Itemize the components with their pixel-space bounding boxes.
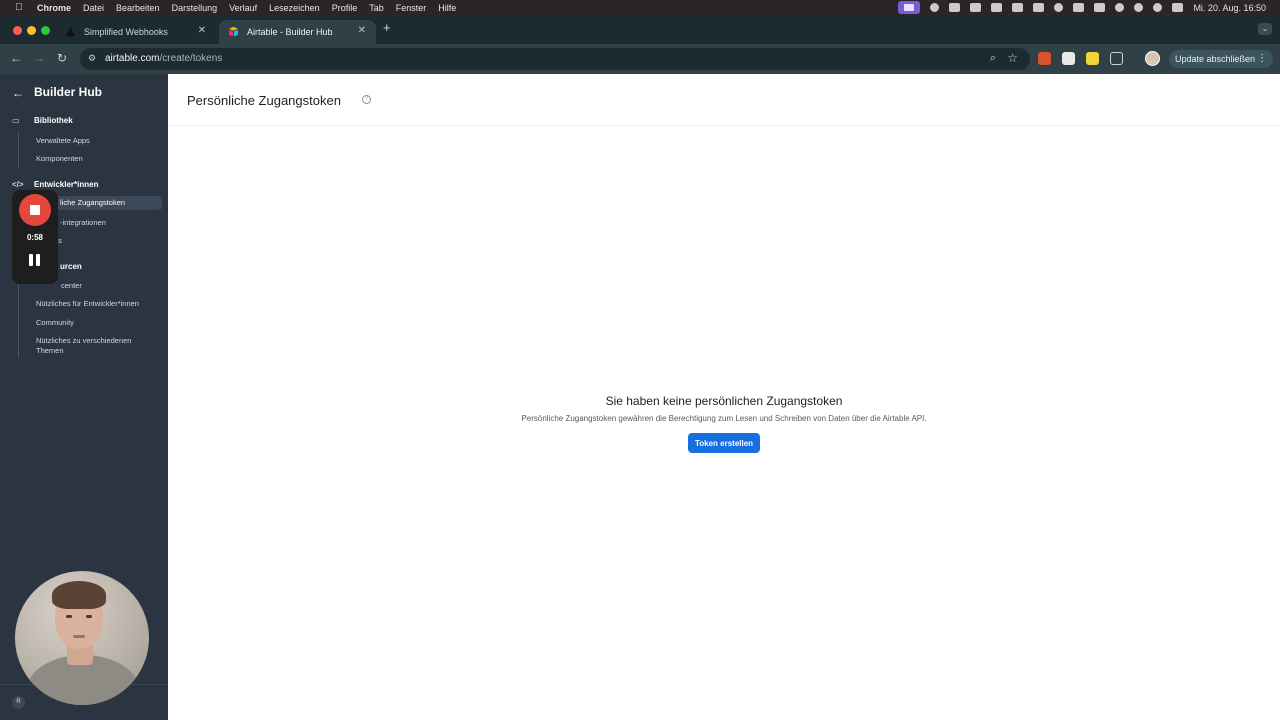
back-arrow-icon[interactable]: ← <box>12 86 24 100</box>
menu-item-tab[interactable]: Tab <box>369 3 384 13</box>
tab-search-chevron-icon[interactable]: ⌄ <box>1258 23 1272 35</box>
zoom-icon[interactable]: ⌕ <box>990 52 996 65</box>
app-badge-icon[interactable] <box>1012 3 1024 12</box>
window-close-button[interactable] <box>13 26 22 35</box>
nav-tree-line <box>18 132 19 168</box>
nav-tree-line <box>18 278 19 358</box>
sidebar-section-library[interactable]: ▭ Bibliothek <box>12 116 73 125</box>
extensions-puzzle-icon[interactable] <box>1110 52 1123 65</box>
window-minimize-button[interactable] <box>27 26 36 35</box>
sidebar-item-managed-apps[interactable]: Verwaltete Apps <box>36 136 90 145</box>
section-label: urcen <box>60 262 82 271</box>
screen-recorder-controls: 0:58 <box>12 190 58 284</box>
wifi-icon[interactable] <box>1115 3 1125 12</box>
sidebar-item-topics[interactable]: Nützliches zu verschiedenen Themen <box>36 336 154 356</box>
airtable-favicon-icon <box>228 26 239 37</box>
recording-timer: 0:58 <box>26 233 43 242</box>
bag-icon[interactable] <box>991 3 1003 12</box>
user-avatar[interactable]: R <box>12 696 25 709</box>
menu-item-bookmarks[interactable]: Lesezeichen <box>269 3 320 13</box>
sidebar-item-webhooks[interactable]: s <box>58 236 62 245</box>
main-content: Persönliche Zugangstoken ? Sie haben kei… <box>168 74 1280 720</box>
control-center-icon[interactable] <box>1172 3 1184 12</box>
sidebar-item-developer-resources[interactable]: Nützliches für Entwickler*innen <box>36 299 139 308</box>
menu-item-file[interactable]: Datei <box>83 3 104 13</box>
tab-title: Simplified Webhooks <box>84 27 168 37</box>
section-label: Bibliothek <box>34 116 73 125</box>
stop-recording-icon[interactable] <box>19 194 51 226</box>
bluetooth-icon[interactable] <box>1094 3 1106 12</box>
screen-record-status-icon[interactable] <box>898 1 921 14</box>
tab-airtable-builder-hub[interactable]: Airtable - Builder Hub ✕ <box>219 20 376 44</box>
empty-state-description: Persönliche Zugangstoken gewähren die Be… <box>521 414 927 423</box>
menu-app-name[interactable]: Chrome <box>37 3 71 13</box>
battery-icon[interactable] <box>1033 3 1045 12</box>
empty-state-title: Sie haben keine persönlichen Zugangstoke… <box>605 394 843 408</box>
sidebar-item-components[interactable]: Komponenten <box>36 154 83 163</box>
status-icons: Mi. 20. Aug. 16:50 <box>898 0 1266 15</box>
help-circle-icon[interactable]: ? <box>362 95 371 104</box>
macos-menu-bar:  Chrome Datei Bearbeiten Darstellung Ve… <box>0 0 1280 15</box>
webcam-person-eye <box>86 615 92 618</box>
webcam-person-hair <box>52 581 106 609</box>
menu-item-history[interactable]: Verlauf <box>229 3 257 13</box>
menu-item-window[interactable]: Fenster <box>396 3 427 13</box>
url-host: airtable.com <box>105 53 160 64</box>
create-token-button[interactable]: Token erstellen <box>688 433 760 453</box>
pause-recording-icon[interactable] <box>29 254 41 266</box>
section-label: Entwickler*innen <box>34 180 99 189</box>
back-arrow-icon[interactable]: ← <box>10 51 22 65</box>
bookmark-star-icon[interactable]: ☆ <box>1007 51 1018 65</box>
site-settings-icon[interactable]: ⚙ <box>88 53 96 64</box>
menubar-clock[interactable]: Mi. 20. Aug. 16:50 <box>1193 3 1266 13</box>
sync-icon[interactable] <box>970 3 982 12</box>
apple-icon[interactable]:  <box>13 2 25 13</box>
extension-gift-icon[interactable] <box>1062 52 1075 65</box>
webcam-overlay[interactable] <box>15 571 149 705</box>
webcam-person-mouth <box>73 635 85 638</box>
page-header: Persönliche Zugangstoken ? <box>168 74 1280 126</box>
menu-item-profiles[interactable]: Profile <box>332 3 358 13</box>
update-browser-button[interactable]: Update abschließen ⋮ <box>1169 50 1273 68</box>
browser-menu-dots-icon[interactable]: ⋮ <box>1257 53 1267 64</box>
sidebar-item-help-center[interactable]: center <box>61 281 82 290</box>
reload-icon[interactable]: ↻ <box>57 51 67 65</box>
menu-item-help[interactable]: Hilfe <box>438 3 456 13</box>
new-tab-icon[interactable]: + <box>383 20 391 35</box>
menu-item-edit[interactable]: Bearbeiten <box>116 3 160 13</box>
sidebar-section-developers[interactable]: </> Entwickler*innen <box>12 180 98 189</box>
close-tab-icon[interactable]: ✕ <box>358 25 366 36</box>
extension-fox-icon[interactable] <box>1038 52 1051 65</box>
keyboard-icon[interactable] <box>1073 3 1085 12</box>
url-path: /create/tokens <box>159 53 223 64</box>
page-title: Persönliche Zugangstoken <box>187 93 341 108</box>
sidebar-item-oauth-integrations[interactable]: -integrationen <box>60 218 106 227</box>
update-label: Update abschließen <box>1175 54 1256 64</box>
chat-icon[interactable] <box>1054 3 1064 12</box>
address-url[interactable]: airtable.com/create/tokens <box>105 53 222 64</box>
tab-title: Airtable - Builder Hub <box>247 27 333 37</box>
close-tab-icon[interactable]: ✕ <box>198 25 206 36</box>
window-zoom-button[interactable] <box>41 26 50 35</box>
menu-item-view[interactable]: Darstellung <box>172 3 218 13</box>
sidebar-section-resources[interactable]: urcen <box>60 262 82 271</box>
webcam-person-eye <box>66 615 72 618</box>
do-not-disturb-icon[interactable] <box>1153 3 1163 12</box>
browser-tab-strip: Simplified Webhooks ✕ Airtable - Builder… <box>0 15 1280 44</box>
sidebar-item-community[interactable]: Community <box>36 318 74 327</box>
extension-yellow-icon[interactable] <box>1086 52 1099 65</box>
spotlight-search-icon[interactable] <box>1134 3 1144 12</box>
profile-avatar[interactable] <box>1145 51 1160 66</box>
forward-arrow-icon[interactable]: → <box>33 51 45 65</box>
webhooks-favicon-icon <box>65 26 76 37</box>
book-icon: ▭ <box>12 116 20 125</box>
app-status-icon[interactable] <box>949 3 961 12</box>
sidebar-title: Builder Hub <box>34 85 102 99</box>
focus-icon[interactable] <box>930 3 940 12</box>
address-bar[interactable]: ⚙ airtable.com/create/tokens ⌕ ☆ <box>80 48 1030 70</box>
tab-simplified-webhooks[interactable]: Simplified Webhooks ✕ <box>56 20 216 44</box>
code-icon: </> <box>12 180 24 189</box>
